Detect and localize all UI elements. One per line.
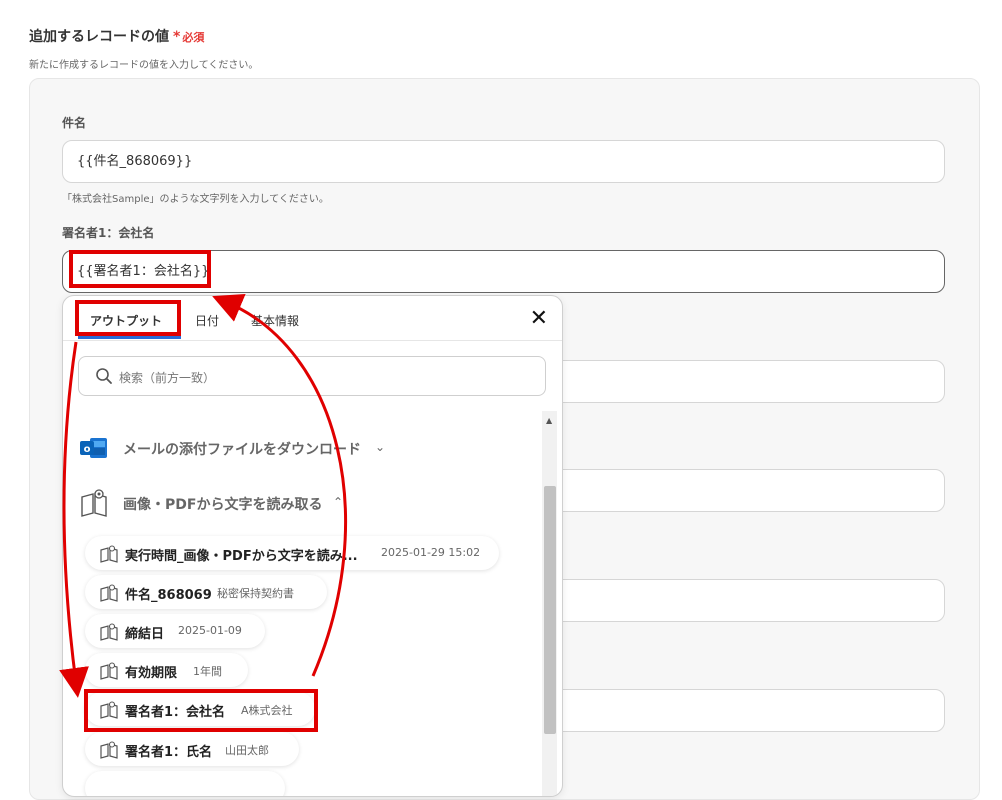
group-label-ocr: 画像・PDFから文字を読み取る — [123, 497, 323, 513]
chevron-up-icon: ⌃ — [333, 495, 344, 509]
active-tab-indicator — [78, 336, 181, 339]
subject-input[interactable]: {{件名_868069}} — [62, 140, 945, 183]
item-value: 山田太郎 — [225, 744, 269, 757]
item-value: 1年間 — [193, 665, 222, 678]
section-description: 新たに作成するレコードの値を入力してください。 — [29, 60, 259, 71]
item-name: 署名者1：氏名 — [125, 745, 213, 760]
ocr-book-icon — [81, 489, 107, 517]
scrollbar-thumb[interactable] — [544, 486, 556, 734]
search-placeholder: 検索（前方一致） — [119, 371, 216, 385]
svg-text:o: o — [84, 444, 91, 455]
highlight-output-tab — [75, 300, 181, 336]
item-name: 有効期限 — [125, 666, 178, 681]
field-label-subject: 件名 — [62, 116, 87, 130]
subject-hint: 「株式会社Sample」のような文字列を入力してください。 — [62, 194, 329, 205]
highlight-signer1-company-item — [84, 689, 318, 732]
tab-basic-info[interactable]: 基本情報 — [251, 312, 299, 329]
item-name: 締結日 — [125, 627, 165, 642]
outlook-icon: o — [80, 438, 107, 458]
group-ocr-read-text[interactable]: 画像・PDFから文字を読み取る ⌃ — [80, 488, 360, 518]
scroll-up-arrow-icon[interactable]: ▲ — [546, 416, 552, 425]
ocr-book-icon — [100, 545, 118, 563]
section-title: 追加するレコードの値 * 必須 — [29, 26, 204, 46]
search-input[interactable]: 検索（前方一致） — [78, 356, 546, 396]
required-label: 必須 — [182, 31, 205, 44]
close-icon[interactable]: ✕ — [530, 306, 548, 331]
output-item-conclusion-date[interactable]: 締結日 2025-01-09 — [85, 614, 265, 648]
group-mail-attachment-download[interactable]: o メールの添付ファイルをダウンロード ⌄ — [80, 433, 400, 463]
output-item-validity-period[interactable]: 有効期限 1年間 — [85, 653, 248, 687]
highlight-input-value — [69, 250, 211, 288]
tab-date[interactable]: 日付 — [195, 312, 219, 329]
search-icon — [96, 368, 112, 384]
ocr-book-icon — [100, 662, 118, 680]
item-value: 2025-01-09 — [178, 624, 242, 637]
ocr-book-icon — [100, 741, 118, 759]
chevron-down-icon: ⌄ — [375, 440, 386, 454]
item-value: 秘密保持契約書 — [217, 587, 294, 600]
output-item-execution-time[interactable]: 実行時間_画像・PDFから文字を読み... 2025-01-29 15:02 — [85, 536, 499, 570]
group-label-mail: メールの添付ファイルをダウンロード — [123, 442, 361, 458]
item-value: 2025-01-29 15:02 — [381, 546, 481, 559]
output-item-signer1-name[interactable]: 署名者1：氏名 山田太郎 — [85, 732, 299, 766]
item-name: 件名_868069 — [125, 588, 212, 603]
section-title-text: 追加するレコードの値 — [29, 29, 169, 45]
output-item-subject[interactable]: 件名_868069 秘密保持契約書 — [85, 575, 327, 609]
output-item-partial[interactable] — [85, 771, 285, 796]
ocr-book-icon — [100, 623, 118, 641]
field-label-signer1-company: 署名者1：会社名 — [62, 226, 155, 240]
required-star: * — [173, 29, 181, 45]
ocr-book-icon — [100, 584, 118, 602]
item-name: 実行時間_画像・PDFから文字を読み... — [125, 549, 358, 564]
